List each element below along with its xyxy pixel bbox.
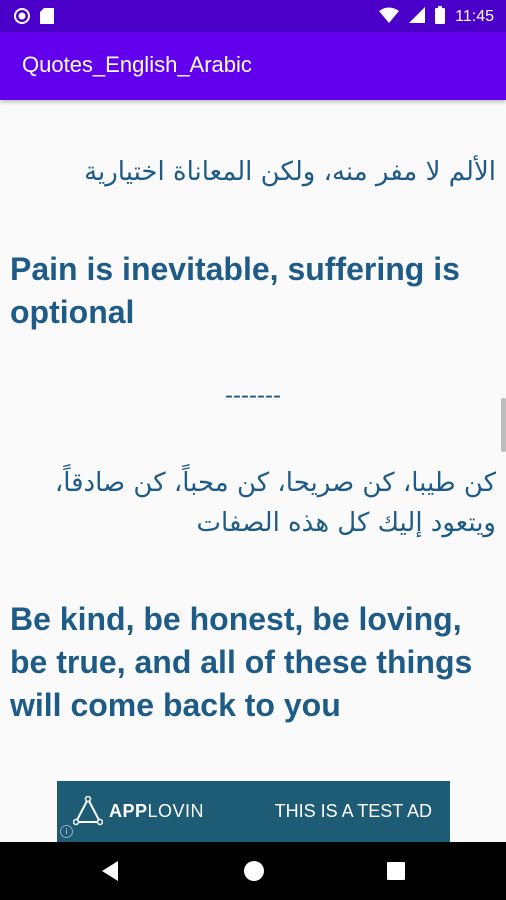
wifi-icon xyxy=(379,7,400,27)
app-title: Quotes_English_Arabic xyxy=(22,52,252,77)
arabic-quote-2: كن طيبا، كن صريحا، كن محباً، كن صادقاً، … xyxy=(54,468,496,538)
sd-card-icon xyxy=(40,8,54,28)
applovin-logo-icon xyxy=(72,795,104,830)
quote-separator: ------- xyxy=(225,382,281,409)
recents-icon[interactable] xyxy=(387,862,405,884)
english-quote-2: Be kind, be honest, be loving, be true, … xyxy=(10,601,473,723)
status-time: 11:45 xyxy=(455,8,494,25)
app-bar: Quotes_English_Arabic xyxy=(0,32,506,100)
circle-notification-icon xyxy=(14,8,30,28)
navigation-bar xyxy=(0,842,506,900)
ad-banner[interactable]: APPLOVIN THIS IS A TEST AD i xyxy=(57,781,450,842)
ad-brand-prefix: APP xyxy=(109,801,148,821)
ad-brand: APPLOVIN xyxy=(109,801,204,822)
home-icon[interactable] xyxy=(243,860,265,886)
ad-info-icon[interactable]: i xyxy=(60,825,73,838)
quote-list[interactable]: الألم لا مفر منه، ولكن المعاناة اختيارية… xyxy=(0,100,506,842)
ad-text: THIS IS A TEST AD xyxy=(274,801,432,821)
arabic-quote-1: الألم لا مفر منه، ولكن المعاناة اختيارية xyxy=(84,157,496,187)
battery-icon xyxy=(435,6,446,28)
scrollbar-thumb[interactable] xyxy=(501,398,506,452)
cell-signal-icon xyxy=(409,7,426,27)
ad-brand-suffix: LOVIN xyxy=(147,801,205,821)
status-bar: 11:45 xyxy=(0,0,506,32)
english-quote-1: Pain is inevitable, suffering is optiona… xyxy=(10,251,460,330)
back-icon[interactable] xyxy=(100,860,120,886)
